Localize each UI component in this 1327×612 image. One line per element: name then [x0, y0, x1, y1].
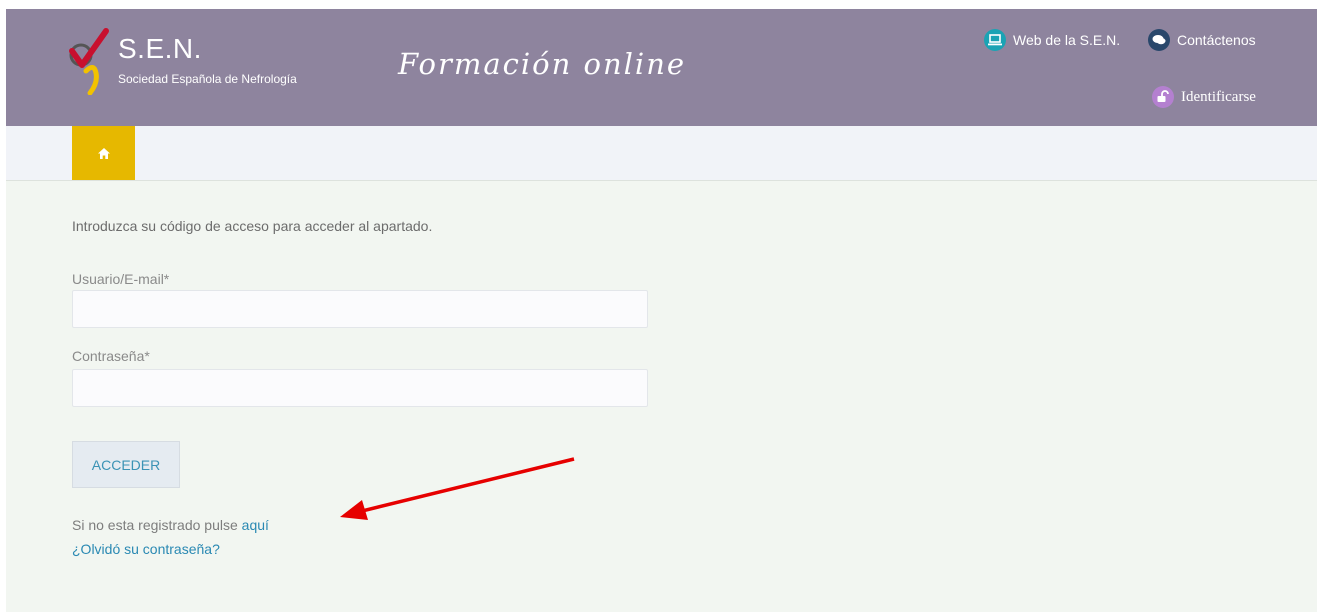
home-button[interactable] [72, 126, 135, 180]
user-email-input[interactable] [72, 290, 648, 328]
intro-text: Introduzca su código de acceso para acce… [72, 218, 433, 234]
red-arrow-annotation [340, 457, 575, 520]
register-link[interactable]: aquí [242, 517, 269, 533]
password-label: Contraseña* [72, 348, 150, 364]
forgot-password-link[interactable]: ¿Olvidó su contraseña? [72, 541, 220, 557]
unlock-icon [1152, 86, 1174, 108]
tagline: Formación online [398, 47, 687, 81]
contact-link[interactable]: Contáctenos [1148, 29, 1256, 51]
contact-label: Contáctenos [1177, 32, 1256, 48]
logo-title: S.E.N. [118, 33, 202, 64]
register-text: Si no esta registrado pulse [72, 517, 238, 533]
home-icon [97, 147, 110, 159]
nav-bar [6, 126, 1317, 181]
web-sen-link[interactable]: Web de la S.E.N. [984, 29, 1120, 51]
logo-subtitle: Sociedad Española de Nefrología [118, 72, 297, 86]
header: S.E.N. Sociedad Española de Nefrología F… [6, 9, 1317, 126]
web-sen-label: Web de la S.E.N. [1013, 32, 1121, 48]
register-line: Si no esta registrado pulse aquí [72, 517, 269, 533]
chat-icon [1148, 29, 1170, 51]
page: S.E.N. Sociedad Española de Nefrología F… [6, 9, 1317, 612]
login-label: Identificarse [1181, 88, 1256, 105]
sen-logo-mark-icon [69, 28, 109, 95]
access-button[interactable]: ACCEDER [72, 441, 180, 488]
logo[interactable]: S.E.N. Sociedad Española de Nefrología [64, 25, 344, 95]
login-link[interactable]: Identificarse [1152, 86, 1256, 108]
user-label: Usuario/E-mail* [72, 271, 170, 287]
password-input[interactable] [72, 369, 648, 407]
laptop-icon [984, 29, 1006, 51]
